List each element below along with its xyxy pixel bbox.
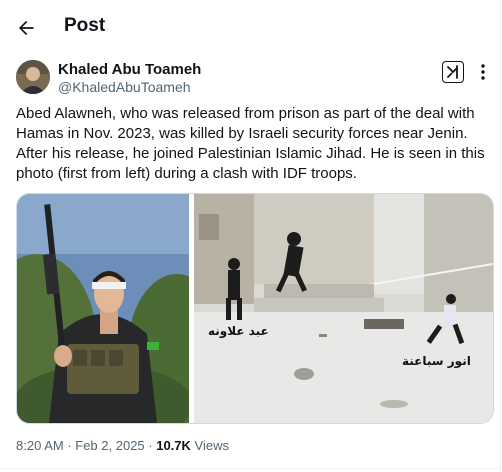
post-meta: 8:20 AM · Feb 2, 2025 · 10.7K Views (16, 438, 229, 453)
media-photo-right[interactable]: عبد علاونه انور سباعنة (194, 194, 493, 423)
views-count: 10.7K (156, 438, 191, 453)
page-header: Post (0, 0, 500, 56)
meta-separator: · (144, 438, 157, 453)
more-dots-icon (481, 64, 485, 80)
author-handle[interactable]: @KhaledAbuToameh (58, 79, 191, 95)
avatar[interactable] (16, 60, 50, 94)
meta-separator: · (63, 438, 76, 453)
post-page: Post Khaled Abu Toameh @KhaledAbuToameh … (0, 0, 501, 472)
media-label-1: عبد علاونه (208, 324, 269, 338)
media-photo-left[interactable] (17, 194, 189, 423)
page-title: Post (64, 15, 106, 36)
post-text: Abed Alawneh, who was released from pris… (16, 105, 485, 182)
grok-button[interactable] (442, 61, 464, 83)
arrow-left-icon (19, 20, 34, 36)
views-label: Views (190, 438, 229, 453)
divider (0, 468, 500, 469)
post-time[interactable]: 8:20 AM (16, 438, 64, 453)
grok-icon (447, 65, 458, 79)
post-media: عبد علاونه انور سباعنة (16, 193, 494, 424)
author-name[interactable]: Khaled Abu Toameh (58, 61, 201, 78)
post-date[interactable]: Feb 2, 2025 (75, 438, 144, 453)
more-options-button[interactable] (474, 60, 492, 84)
media-label-2: انور سباعنة (402, 354, 471, 368)
back-button[interactable] (10, 12, 42, 44)
